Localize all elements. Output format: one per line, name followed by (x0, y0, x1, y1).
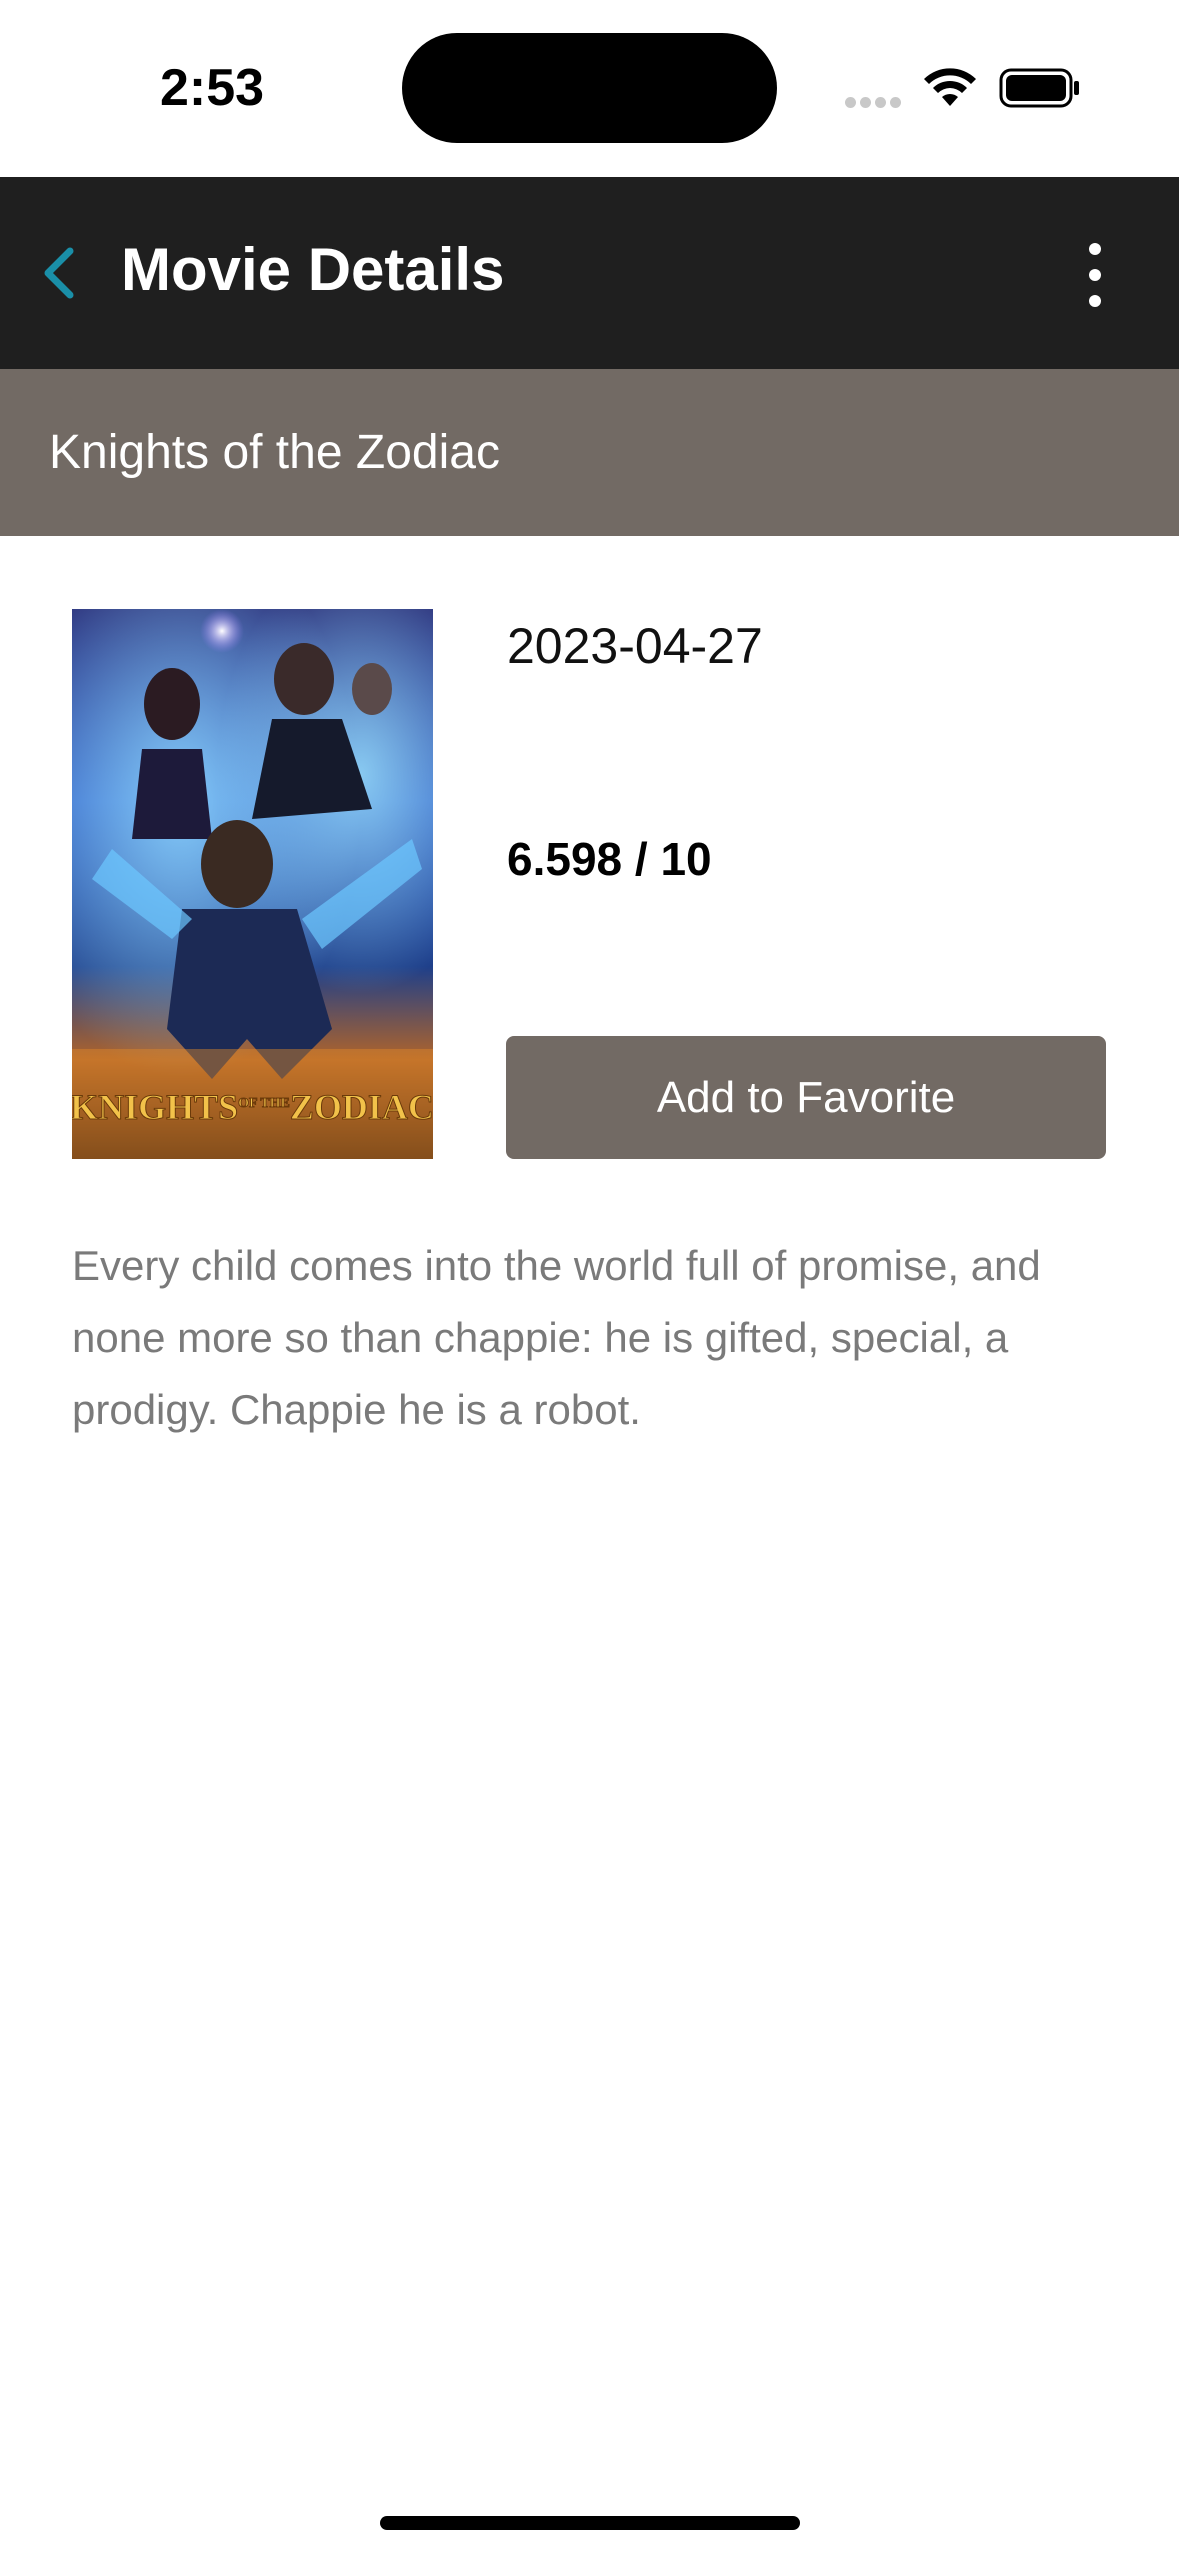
movie-overview: Every child comes into the world full of… (72, 1242, 1041, 1433)
more-vertical-icon[interactable] (1080, 237, 1110, 313)
wifi-icon (924, 68, 976, 106)
poster-title-knights: KNIGHTS (72, 1087, 238, 1127)
status-time: 2:53 (160, 59, 265, 117)
rating: 6.598 / 10 (507, 833, 712, 885)
page-title: Movie Details (121, 236, 505, 303)
movie-title: Knights of the Zodiac (49, 426, 500, 479)
status-bar: 2:53 (0, 0, 1179, 177)
cellular-signal-icon (845, 95, 905, 109)
add-to-favorite-button[interactable]: Add to Favorite (506, 1036, 1106, 1159)
app-bar: Movie Details (0, 177, 1179, 369)
dynamic-island (402, 33, 777, 143)
movie-title-band: Knights of the Zodiac (0, 369, 1179, 536)
battery-icon (999, 68, 1079, 108)
release-date: 2023-04-27 (507, 618, 763, 674)
movie-poster: KNIGHTSOF THEZODIAC (72, 609, 433, 1159)
poster-title-of: OF THE (238, 1096, 290, 1111)
movie-details-screen: 2:53 Movie Details Knights of the Zodiac (0, 0, 1179, 2556)
chevron-left-icon[interactable] (38, 243, 82, 303)
poster-artwork: KNIGHTSOF THEZODIAC (72, 609, 433, 1159)
poster-title-zodiac: ZODIAC (290, 1087, 433, 1127)
home-indicator[interactable] (380, 2516, 800, 2530)
